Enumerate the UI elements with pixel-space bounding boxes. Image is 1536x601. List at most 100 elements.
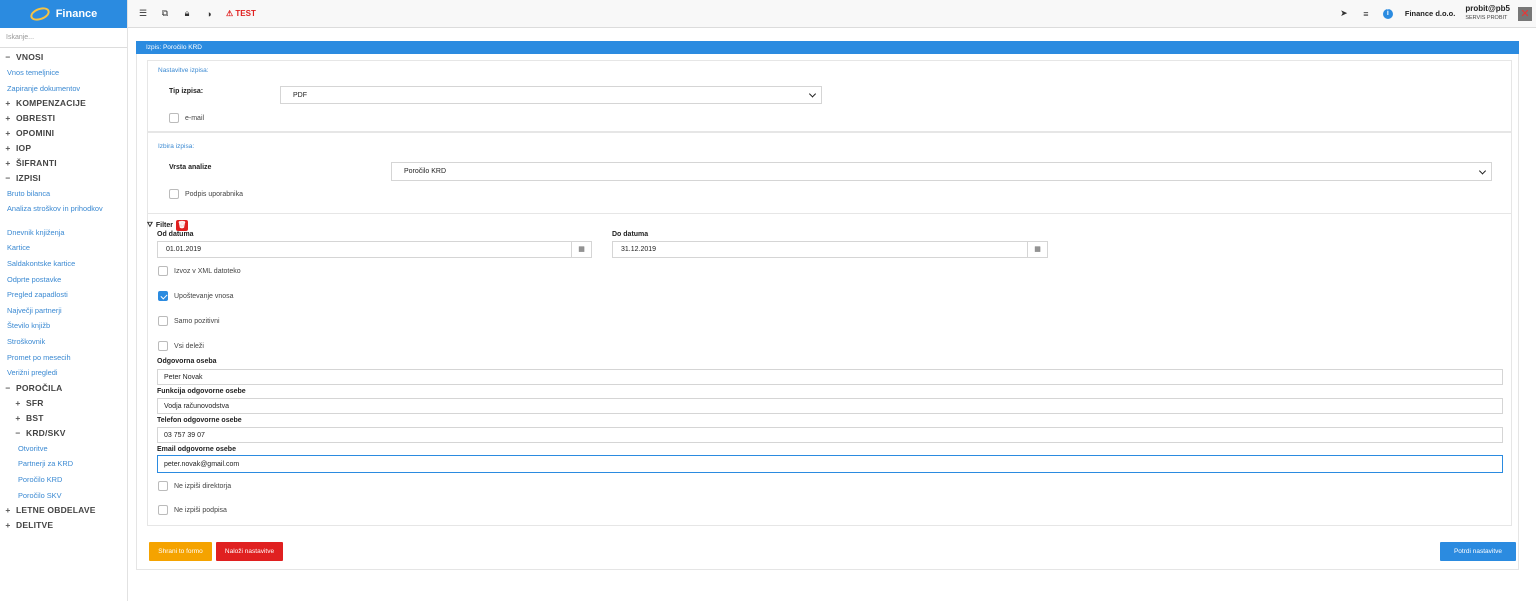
xml-checkbox[interactable]: Izvoz v XML datoteko [158,266,241,276]
section-iop[interactable]: + IOP [0,141,127,156]
podpis-checkbox[interactable]: Podpis uporabnika [169,189,243,199]
tip-select[interactable]: PDF [280,86,822,104]
sidebar-item[interactable]: Stroškovnik [0,334,127,350]
section-vnosi[interactable]: − VNOSI [0,50,127,65]
od-date-input[interactable]: 01.01.2019 ▦ [157,241,592,258]
plus-icon: + [15,412,21,423]
sidebar-item[interactable]: Vnos temeljnice [0,65,127,81]
plus-icon: + [5,128,11,139]
calendar-icon[interactable]: ▦ [1027,242,1047,257]
logout-icon[interactable]: ✕ [1518,6,1532,21]
sidebar-item[interactable]: Promet po mesecih [0,350,127,366]
telefon-input[interactable]: 03 757 39 07 [157,427,1503,443]
sidebar-item[interactable]: Bruto bilanca [0,186,127,202]
section-izpisi[interactable]: − IZPISI [0,171,127,186]
panel-title: Izpis: Poročilo KRD [136,41,1519,54]
sidebar-item[interactable]: Dnevnik knjiženja [0,225,127,241]
email-checkbox[interactable]: e-mail [169,113,204,123]
od-label: Od datuma [157,231,194,238]
sidebar-item[interactable]: Verižni pregledi [0,365,127,381]
plus-icon: + [5,143,11,154]
do-date-input[interactable]: 31.12.2019 ▦ [612,241,1048,258]
section-bst[interactable]: + BST [0,411,127,426]
settings-box: Nastavitve izpisa: Tip izpisa: PDF e-mai… [147,60,1512,132]
settings-caption: Nastavitve izpisa: [158,67,209,74]
section-sifranti[interactable]: + ŠIFRANTI [0,156,127,171]
section-letne-obdelave[interactable]: + LETNE OBDELAVE [0,503,127,518]
user-info[interactable]: probit@pb5 SERVIS PROBIT [1465,5,1510,22]
do-label: Do datuma [612,231,649,238]
section-krd-skv[interactable]: − KRD/SKV [0,426,127,441]
oseba-input[interactable]: Peter Novak [157,369,1503,385]
test-badge: ⚠ TEST [226,9,256,18]
choice-caption: Izbira izpisa: [158,143,195,150]
sidebar-item[interactable]: Odprte postavke [0,272,127,288]
external-link-icon[interactable]: ⧉ [154,8,176,19]
lock-icon[interactable]: 🔒︎ [176,8,198,19]
send-icon[interactable]: ➤ [1333,8,1355,19]
calendar-icon[interactable]: ▦ [571,242,591,257]
telefon-label: Telefon odgovorne osebe [157,417,242,424]
sidebar-item[interactable]: Poročilo KRD [0,472,127,488]
choice-box: Izbira izpisa: Vrsta analize Poročilo KR… [147,132,1512,214]
sidebar-item[interactable]: Kartice [0,240,127,256]
warning-icon: ⚠ [226,9,234,18]
oseba-label: Odgovorna oseba [157,358,217,365]
sidebar-item[interactable]: Pregled zapadlosti [0,287,127,303]
logo-icon [28,4,52,24]
email-osebe-label: Email odgovorne osebe [157,446,236,453]
trash-icon[interactable]: 🗑︎ [176,220,189,231]
menu-icon[interactable]: ☰ [132,8,154,19]
sidebar-search-input[interactable]: Iskanje... [0,28,127,48]
chevron-down-icon [1478,166,1487,175]
upostevanje-checkbox[interactable]: Upoštevanje vnosa [158,291,234,301]
section-porocila[interactable]: − POROČILA [0,381,127,396]
filter-icon: ⛛ [147,221,153,229]
app-logo[interactable]: Finance [0,0,127,28]
sidebar-item[interactable]: Število knjižb [0,318,127,334]
load-settings-button[interactable]: Naloži nastavitve [216,542,283,561]
sidebar-item[interactable]: Saldakontske kartice [0,256,127,272]
sidebar-item[interactable]: Zapiranje dokumentov [0,81,127,97]
section-obresti[interactable]: + OBRESTI [0,111,127,126]
info-icon[interactable]: i [1382,8,1393,19]
plus-icon: + [5,505,11,516]
app-name: Finance [55,8,98,20]
section-kompenzacije[interactable]: + KOMPENZACIJE [0,96,127,111]
sidebar-item[interactable]: Največji partnerji [0,303,127,319]
filter-header: ⛛ Filter 🗑︎ [147,220,189,231]
confirm-settings-button[interactable]: Potrdi nastavitve [1440,542,1516,561]
plus-icon: + [5,98,11,109]
report-panel: Nastavitve izpisa: Tip izpisa: PDF e-mai… [136,54,1519,570]
sidebar-item[interactable]: Otvoritve [0,441,127,457]
top-bar: ☰ ⧉ 🔒︎ ◑ ⚠ TEST ➤ ≡ i Finance d.o.o. pro… [128,0,1536,28]
chevron-down-icon [808,90,817,98]
section-sfr[interactable]: + SFR [0,396,127,411]
sidebar-item[interactable]: Analiza stroškov in prihodkov [0,202,127,225]
plus-icon: + [15,397,21,408]
contrast-icon[interactable]: ◑ [198,9,220,19]
minus-icon: − [5,173,11,184]
sidebar-item[interactable]: Partnerji za KRD [0,456,127,472]
pozitivni-checkbox[interactable]: Samo pozitivni [158,316,220,326]
direktor-checkbox[interactable]: Ne izpiši direktorja [158,481,231,491]
email-osebe-input[interactable]: peter.novak@gmail.com [157,455,1503,473]
analiza-select[interactable]: Poročilo KRD [391,162,1492,181]
section-opomini[interactable]: + OPOMINI [0,126,127,141]
funkcija-label: Funkcija odgovorne osebe [157,388,246,395]
plus-icon: + [5,113,11,124]
list-icon[interactable]: ≡ [1355,9,1377,19]
save-form-button[interactable]: Shrani to formo [149,542,212,561]
minus-icon: − [15,427,21,438]
minus-icon: − [5,382,11,393]
delezi-checkbox[interactable]: Vsi deleži [158,341,204,351]
tip-label: Tip izpisa: [169,88,204,95]
company-name[interactable]: Finance d.o.o. [1405,9,1455,18]
funkcija-input[interactable]: Vodja računovodstva [157,398,1503,414]
plus-icon: + [5,158,11,169]
user-name: probit@pb5 [1465,4,1510,14]
podpisa-checkbox[interactable]: Ne izpiši podpisa [158,505,227,515]
plus-icon: + [5,520,11,531]
section-delitve[interactable]: + DELITVE [0,518,127,533]
sidebar-item[interactable]: Poročilo SKV [0,488,127,504]
